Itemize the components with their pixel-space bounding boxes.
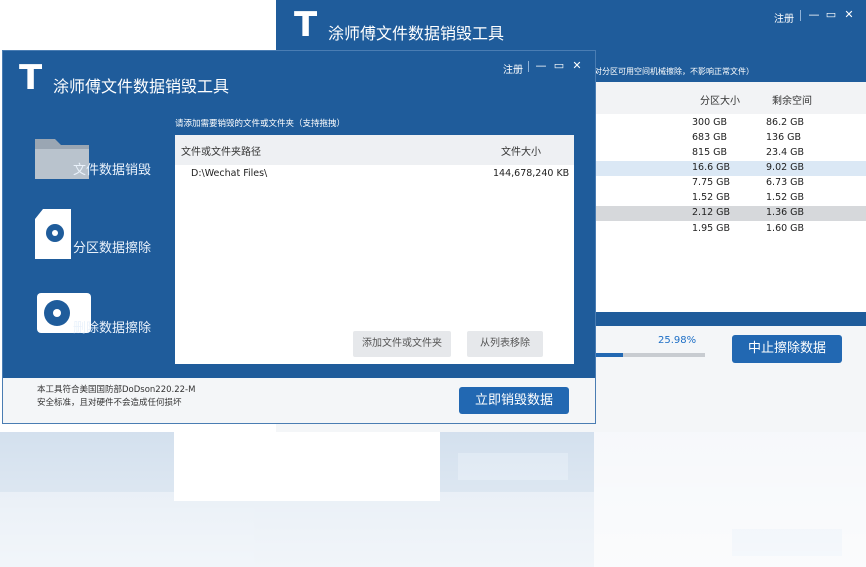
col-size-header: 分区大小 <box>700 96 740 107</box>
table-row-highlighted[interactable]: 2.12 GB 1.36 GB <box>594 206 866 221</box>
maximize-icon[interactable]: ▭ <box>824 8 838 21</box>
register-link[interactable]: 注册 <box>774 10 794 25</box>
add-instruction: 请添加需要销毁的文件或文件夹（支持拖拽） <box>175 119 346 129</box>
add-file-button[interactable]: 添加文件或文件夹 <box>353 331 451 357</box>
progress-percent: 25.98% <box>658 335 697 346</box>
divider <box>528 61 529 72</box>
maximize-icon[interactable]: ▭ <box>552 59 566 72</box>
col-free-header: 剩余空间 <box>772 96 812 107</box>
partition-hint: 对分区可用空间机械擦除，不影响正常文件） <box>594 67 754 76</box>
minimize-icon[interactable]: — <box>534 59 548 72</box>
app-logo-icon: T <box>19 58 43 98</box>
remove-from-list-button[interactable]: 从列表移除 <box>467 331 543 357</box>
destroy-now-button[interactable]: 立即销毁数据 <box>459 387 569 414</box>
table-row[interactable]: 1.95 GB 1.60 GB <box>594 222 866 237</box>
compliance-note: 本工具符合美国国防部DoDson220.22-M 安全标准，且对硬件不会造成任何… <box>37 385 196 408</box>
sidebar-item-deleted-erase[interactable]: 删除数据擦除 <box>3 281 168 351</box>
sidebar-item-file-destroy[interactable]: 文件数据销毁 <box>3 125 168 195</box>
back-title-bar: T 涂师傅文件数据销毁工具 注册 — ▭ ✕ <box>276 0 866 52</box>
sidebar-item-partition-erase[interactable]: 分区数据擦除 <box>3 203 168 273</box>
file-path: D:\Wechat Files\ <box>191 168 268 179</box>
file-size: 144,678,240 KB <box>493 168 570 179</box>
table-row[interactable]: 815 GB 23.4 GB <box>594 146 866 161</box>
app-title: 涂师傅文件数据销毁工具 <box>328 24 505 43</box>
stop-erase-button[interactable]: 中止擦除数据 <box>732 335 842 363</box>
register-link[interactable]: 注册 <box>503 61 523 76</box>
col-path-header: 文件或文件夹路径 <box>181 147 261 158</box>
close-icon[interactable]: ✕ <box>570 59 584 72</box>
col-size-header: 文件大小 <box>501 147 541 158</box>
sidebar-item-label: 文件数据销毁 <box>73 163 152 178</box>
front-footer: 本工具符合美国国防部DoDson220.22-M 安全标准，且对硬件不会造成任何… <box>3 378 595 423</box>
close-icon[interactable]: ✕ <box>842 8 856 21</box>
partition-table[interactable]: 分区大小 剩余空间 300 GB 86.2 GB 683 GB 136 GB 8… <box>594 82 866 312</box>
front-window: T 涂师傅文件数据销毁工具 注册 — ▭ ✕ 文件数据销毁 分区数据擦除 删除数… <box>2 50 596 424</box>
table-row[interactable]: 300 GB 86.2 GB <box>594 116 866 131</box>
app-title: 涂师傅文件数据销毁工具 <box>53 77 230 96</box>
table-row[interactable]: 1.52 GB 1.52 GB <box>594 191 866 206</box>
erase-progress-bar <box>594 353 705 357</box>
reflection-fade <box>0 432 866 567</box>
table-row-selected[interactable]: 16.6 GB 9.02 GB <box>594 161 866 176</box>
sidebar-item-label: 删除数据擦除 <box>73 321 152 336</box>
disk-icon <box>35 209 71 259</box>
table-row[interactable]: 683 GB 136 GB <box>594 131 866 146</box>
table-row[interactable]: 7.75 GB 6.73 GB <box>594 176 866 191</box>
progress-fill <box>594 353 623 357</box>
file-list[interactable]: 文件或文件夹路径 文件大小 D:\Wechat Files\ 144,678,2… <box>175 135 574 364</box>
app-logo-icon: T <box>294 5 318 45</box>
minimize-icon[interactable]: — <box>807 8 821 21</box>
partition-table-header: 分区大小 剩余空间 <box>594 82 866 114</box>
divider <box>800 10 801 21</box>
sidebar-item-label: 分区数据擦除 <box>73 241 152 256</box>
list-item[interactable]: D:\Wechat Files\ 144,678,240 KB <box>175 165 574 183</box>
file-list-header: 文件或文件夹路径 文件大小 <box>175 135 574 165</box>
